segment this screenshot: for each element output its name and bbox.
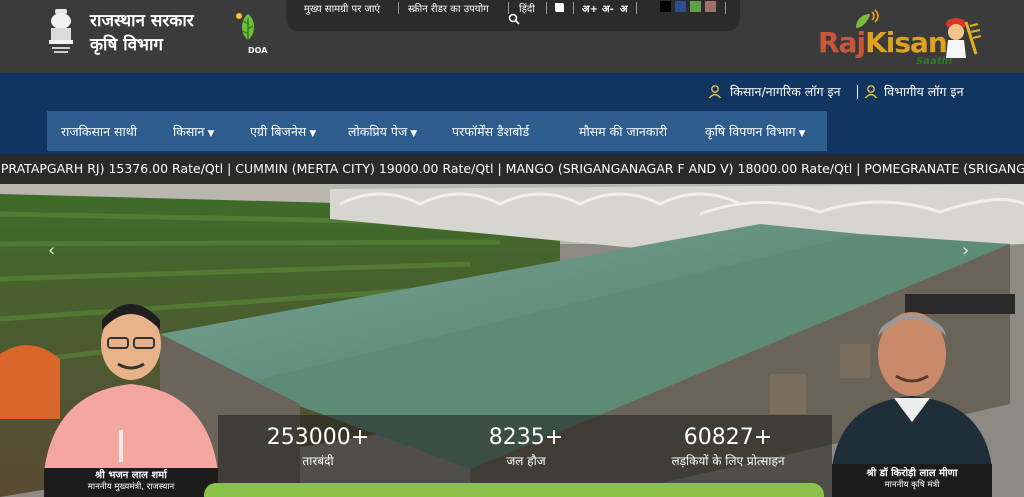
main-nav: राजकिसान साथी किसान ▼ एग्री बिजनेस ▼ लोकप्… — [47, 111, 827, 151]
chevron-down-icon: ▼ — [798, 129, 806, 139]
farmer-mascot-icon — [946, 18, 982, 58]
cm-title: माननीय मुख्यमंत्री, राजस्थान — [87, 482, 175, 492]
divider — [398, 2, 399, 14]
nav-item-agri-marketing[interactable]: कृषि विपणन विभाग ▼ — [705, 123, 805, 140]
minister-title: माननीय कृषि मंत्री — [884, 480, 940, 490]
font-normal-button[interactable]: अ — [620, 1, 628, 15]
rajkisan-saathi-logo[interactable]: RajKisan Saathi — [818, 8, 988, 68]
minister-name: श्री डॉ किरोड़ी लाल मीणा — [866, 468, 958, 479]
divider — [573, 2, 574, 14]
cm-name: श्री भजन लाल शर्मा — [95, 470, 167, 481]
divider — [857, 85, 858, 99]
doa-text: DOA — [248, 46, 268, 55]
divider — [725, 2, 726, 14]
stat-value: 60827+ — [683, 425, 773, 450]
minister-nameplate: श्री डॉ किरोड़ी लाल मीणा माननीय कृषि मंत… — [832, 464, 992, 497]
nav-item-performance-dashboard[interactable]: परफॉर्मेंस डैशबोर्ड — [452, 123, 529, 140]
nav-label: एग्री बिजनेस — [250, 124, 307, 139]
nav-label: किसान — [173, 124, 205, 139]
nav-item-weather[interactable]: मौसम की जानकारी — [579, 123, 667, 140]
govt-title-line1: राजस्थान सरकार — [90, 11, 194, 31]
scheme-action-bar[interactable] — [204, 483, 824, 497]
theme-blue-swatch[interactable] — [675, 1, 686, 12]
nav-label: राजकिसान साथी — [61, 124, 137, 139]
stat-girls-incentive: 60827+ लड़कियों के लिए प्रोत्साहन — [628, 425, 828, 469]
carousel-prev-icon[interactable]: ‹ — [48, 240, 55, 261]
cm-nameplate: श्री भजन लाल शर्मा माननीय मुख्यमंत्री, र… — [44, 468, 218, 497]
theme-green-swatch[interactable] — [690, 1, 701, 12]
user-icon — [864, 85, 878, 99]
divider — [546, 2, 547, 14]
govt-title[interactable]: राजस्थान सरकार कृषि विभाग — [90, 9, 194, 57]
site-header: राजस्थान सरकार कृषि विभाग DOA मुख्य सामग… — [0, 0, 1024, 73]
stat-value: 253000+ — [266, 425, 370, 450]
stat-label: तारबंदी — [302, 454, 334, 468]
minister-portrait — [832, 312, 992, 468]
nav-item-agri-business[interactable]: एग्री बिजनेस ▼ — [250, 123, 316, 140]
brand-kisan: Kisan — [865, 26, 948, 59]
mandi-rate-ticker[interactable]: (PRATAPGARH RJ) 15376.00 Rate/Qtl | CUMM… — [0, 154, 1024, 184]
skip-to-content-link[interactable]: मुख्य सामग्री पर जाएं — [304, 1, 380, 15]
search-icon[interactable] — [508, 13, 520, 25]
font-decrease-button[interactable]: अ- — [602, 1, 614, 15]
stat-label: लड़कियों के लिए प्रोत्साहन — [671, 454, 785, 468]
brand-text: RajKisan — [818, 26, 948, 59]
language-hindi-link[interactable]: हिंदी — [519, 1, 535, 15]
chevron-down-icon: ▼ — [309, 129, 317, 139]
stat-value: 8235+ — [488, 425, 564, 450]
nav-label: कृषि विपणन विभाग — [705, 124, 796, 139]
accessibility-bar: मुख्य सामग्री पर जाएं स्क्रीन रीडर का उप… — [286, 0, 740, 31]
nav-label: परफॉर्मेंस डैशबोर्ड — [452, 124, 530, 139]
brand-raj: Raj — [818, 26, 866, 59]
nav-item-kisan[interactable]: किसान ▼ — [173, 123, 214, 140]
nav-label: मौसम की जानकारी — [579, 124, 668, 139]
nav-item-rajkisan-saathi[interactable]: राजकिसान साथी — [61, 123, 137, 140]
stat-label: जल हौज — [506, 454, 546, 468]
nav-label: लोकप्रिय पेज — [348, 124, 408, 139]
book-icon[interactable] — [554, 2, 566, 13]
nav-band: किसान/नागरिक लॉग इन विभागीय लॉग इन राजकि… — [0, 73, 1024, 154]
hero-carousel[interactable]: ‹ › श्री भजन लाल शर्मा माननीय मुख्यमंत्र… — [0, 184, 1024, 497]
user-icon — [708, 85, 722, 99]
ticker-text: (PRATAPGARH RJ) 15376.00 Rate/Qtl | CUMM… — [0, 161, 1024, 176]
govt-title-line2: कृषि विभाग — [90, 35, 163, 55]
chevron-down-icon: ▼ — [207, 129, 215, 139]
department-login-link[interactable]: विभागीय लॉग इन — [884, 83, 964, 100]
citizen-login-link[interactable]: किसान/नागरिक लॉग इन — [730, 83, 841, 100]
chevron-down-icon: ▼ — [410, 129, 418, 139]
stat-fencing: 253000+ तारबंदी — [218, 425, 418, 469]
carousel-next-icon[interactable]: › — [962, 240, 969, 261]
theme-brown-swatch[interactable] — [705, 1, 716, 12]
stat-water-tank: 8235+ जल हौज — [426, 425, 626, 469]
screen-reader-link[interactable]: स्क्रीन रीडर का उपयोग — [408, 1, 489, 15]
state-emblem-icon — [49, 9, 73, 53]
divider — [636, 2, 637, 14]
cm-portrait — [44, 304, 218, 472]
theme-black-swatch[interactable] — [660, 1, 671, 12]
font-increase-button[interactable]: अ+ — [582, 1, 598, 15]
nav-item-popular-pages[interactable]: लोकप्रिय पेज ▼ — [348, 123, 417, 140]
